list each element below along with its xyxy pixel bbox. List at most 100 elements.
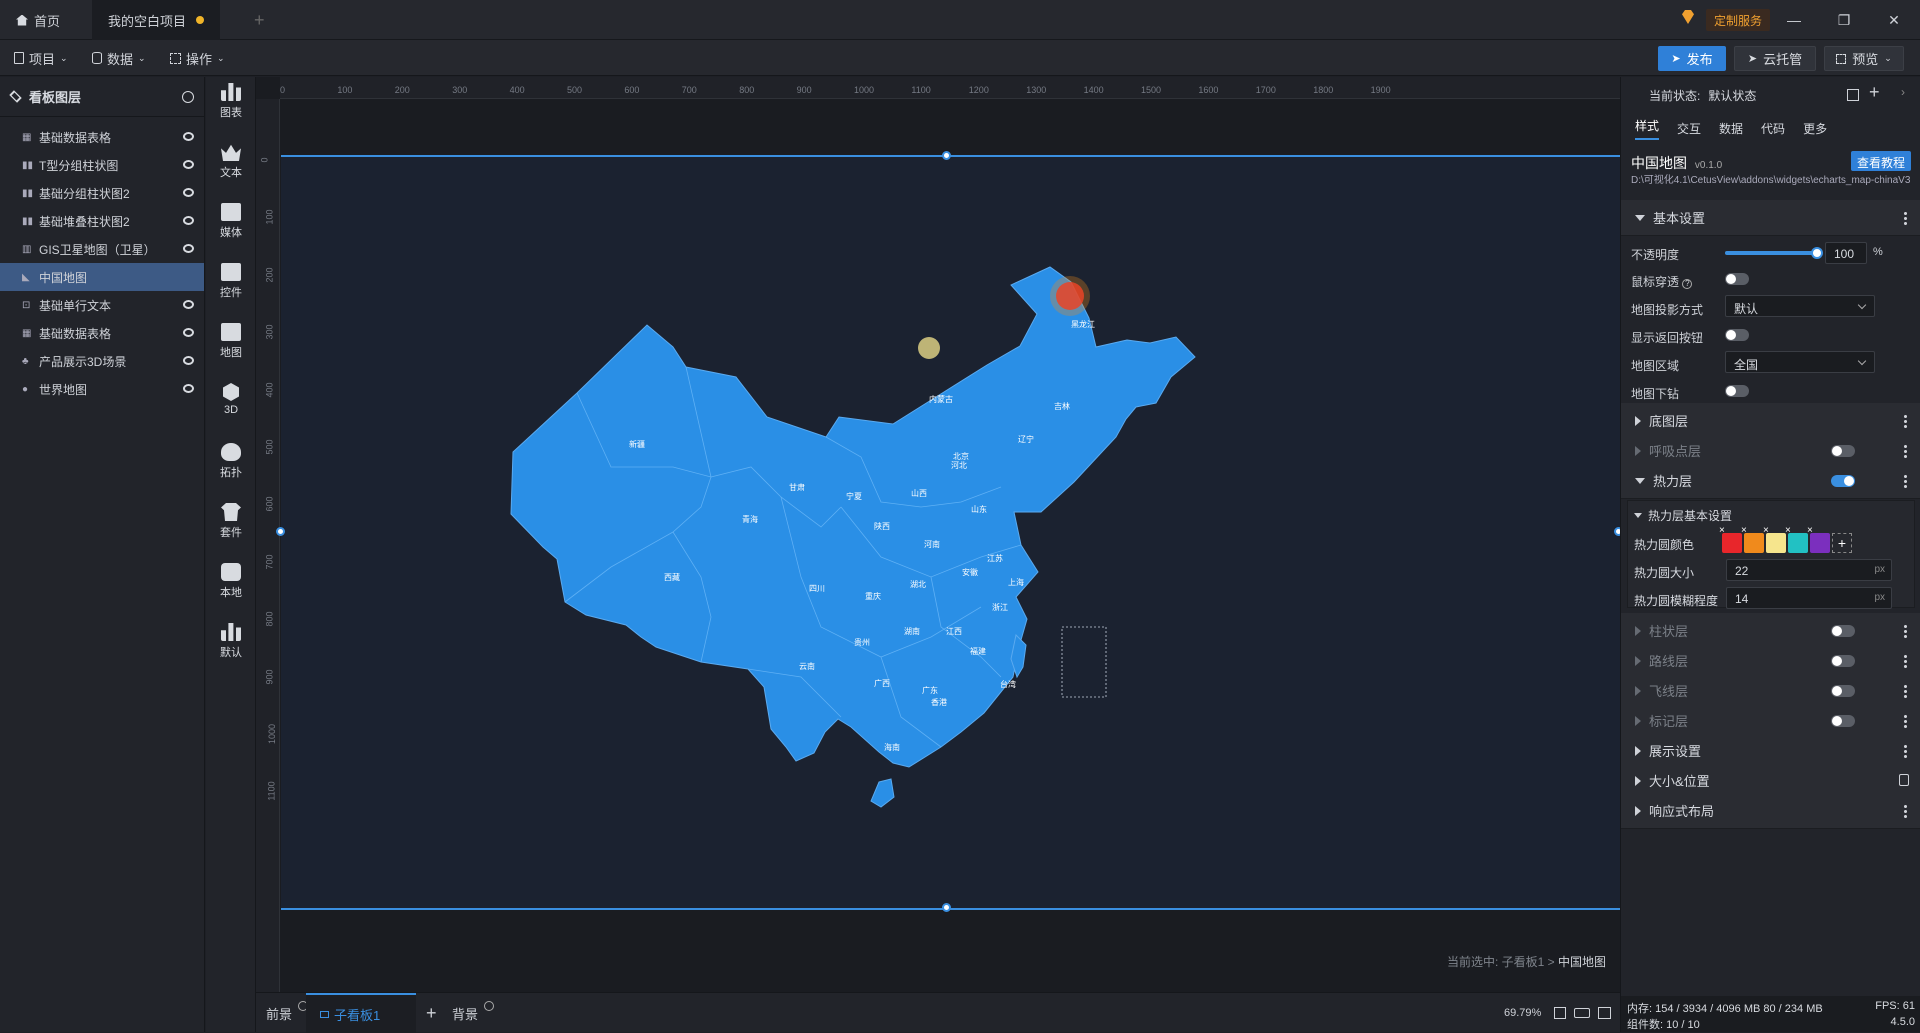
eye-icon[interactable]: [183, 384, 194, 393]
projection-select[interactable]: 默认: [1725, 295, 1875, 317]
fit-screen-icon[interactable]: [1554, 1007, 1566, 1019]
mouse-through-toggle[interactable]: [1725, 273, 1749, 285]
horizontal-ruler[interactable]: 0 100 200 300 400 500 600 700 800 900 1000 1100 1200…: [280, 77, 1620, 99]
cloud-host-button[interactable]: ➤ 云托管: [1734, 46, 1816, 71]
tab-sub-board[interactable]: 子看板1: [306, 993, 416, 1033]
add-color-button[interactable]: +: [1832, 533, 1852, 553]
heat-blur-input[interactable]: 14 px: [1726, 587, 1892, 609]
rail-item-local[interactable]: 本地: [206, 557, 256, 607]
drill-down-toggle[interactable]: [1725, 385, 1749, 397]
tab-interaction[interactable]: 交互: [1677, 120, 1701, 137]
eye-icon[interactable]: [183, 188, 194, 197]
heat-basic-header[interactable]: 热力层基本设置: [1634, 507, 1732, 524]
color-swatch[interactable]: [1719, 525, 1742, 553]
preview-button[interactable]: 预览 ⌄: [1824, 46, 1904, 71]
rail-item-topology[interactable]: 拓扑: [206, 437, 256, 487]
minimize-icon[interactable]: —: [1780, 8, 1808, 32]
terminal-icon[interactable]: [1598, 1007, 1611, 1019]
editor-canvas[interactable]: 0 100 200 300 400 500 600 700 800 900 1000 1100 1200…: [256, 77, 1620, 992]
eye-icon[interactable]: [183, 132, 194, 141]
vertical-ruler[interactable]: 0 100 200 300 400 500 600 700 800 900 1000 1100: [256, 99, 280, 992]
section-heat-layer[interactable]: 热力层: [1621, 463, 1920, 499]
more-icon[interactable]: [1904, 474, 1907, 488]
map-shape[interactable]: [510, 266, 1196, 808]
custom-service-button[interactable]: 定制服务: [1706, 9, 1771, 31]
section-basic-settings[interactable]: 基本设置: [1621, 200, 1920, 236]
slider-thumb[interactable]: [1811, 247, 1823, 259]
eye-icon[interactable]: [183, 160, 194, 169]
menu-project[interactable]: 项目 ⌄: [14, 48, 68, 68]
heat-size-input[interactable]: 22 px: [1726, 559, 1892, 581]
publish-button[interactable]: ➤ 发布: [1658, 46, 1726, 71]
menu-operation[interactable]: 操作 ⌄: [170, 48, 225, 68]
more-icon[interactable]: [1904, 684, 1907, 698]
region-select[interactable]: 全国: [1725, 351, 1875, 373]
layer-toggle[interactable]: [1831, 715, 1855, 727]
rail-item-control[interactable]: 控件: [206, 257, 256, 307]
rail-item-text[interactable]: 文本: [206, 137, 256, 187]
zoom-level[interactable]: 69.79%: [1504, 993, 1541, 1033]
close-icon[interactable]: ✕: [1880, 8, 1908, 32]
eye-icon[interactable]: [183, 216, 194, 225]
color-swatch[interactable]: [1741, 525, 1764, 553]
rail-item-default[interactable]: 默认: [206, 617, 256, 667]
add-board-button[interactable]: +: [426, 993, 437, 1033]
tab-code[interactable]: 代码: [1761, 120, 1785, 137]
edit-icon[interactable]: [1847, 89, 1859, 101]
more-icon[interactable]: [1904, 211, 1907, 225]
more-icon[interactable]: [1904, 444, 1907, 458]
eye-icon[interactable]: [183, 356, 194, 365]
chevron-right-icon[interactable]: ›: [1901, 85, 1905, 99]
opacity-slider[interactable]: [1725, 247, 1823, 259]
tab-style[interactable]: 样式: [1635, 117, 1660, 140]
add-circle-icon[interactable]: [484, 1001, 495, 1011]
section-responsive[interactable]: 响应式布局: [1621, 793, 1920, 829]
new-tab-button[interactable]: +: [238, 0, 270, 40]
tab-data[interactable]: 数据: [1719, 120, 1743, 137]
back-button-toggle[interactable]: [1725, 329, 1749, 341]
layer-item[interactable]: ▮▮ 基础堆叠柱状图2: [0, 207, 204, 235]
help-icon[interactable]: ?: [1682, 279, 1693, 289]
tab-home[interactable]: 首页: [0, 0, 92, 40]
more-icon[interactable]: [1904, 414, 1907, 428]
more-icon[interactable]: [1904, 624, 1907, 638]
rail-item-map[interactable]: 地图: [206, 317, 256, 367]
layer-item[interactable]: ▮▮ 基础分组柱状图2: [0, 179, 204, 207]
color-swatch[interactable]: [1763, 525, 1786, 553]
eye-icon[interactable]: [183, 300, 194, 309]
rail-item-kit[interactable]: 套件: [206, 497, 256, 547]
more-icon[interactable]: [1904, 804, 1907, 818]
keyboard-icon[interactable]: [1574, 1008, 1590, 1018]
china-map[interactable]: 新疆西藏 青海 甘肃 内蒙古 黑龙江吉林辽宁北京河北山西 宁夏陕西河南 山东江苏安徽上海 湖北…: [281, 157, 1620, 912]
layer-item[interactable]: ▦ 基础数据表格: [0, 123, 204, 151]
layer-item[interactable]: ♣ 产品展示3D场景: [0, 347, 204, 375]
more-icon[interactable]: [1904, 654, 1907, 668]
tutorial-button[interactable]: 查看教程: [1851, 151, 1912, 171]
layer-toggle[interactable]: [1831, 475, 1855, 487]
eye-icon[interactable]: [183, 244, 194, 253]
layer-item[interactable]: ▮▮ T型分组柱状图: [0, 151, 204, 179]
layer-toggle[interactable]: [1831, 445, 1855, 457]
layer-toggle[interactable]: [1831, 685, 1855, 697]
restore-icon[interactable]: ❐: [1830, 8, 1858, 32]
layer-toggle[interactable]: [1831, 625, 1855, 637]
tab-foreground[interactable]: 前景: [266, 993, 309, 1033]
more-icon[interactable]: [1904, 744, 1907, 758]
color-swatch[interactable]: [1785, 525, 1808, 553]
lock-icon[interactable]: [1899, 774, 1909, 786]
tab-background[interactable]: 背景: [452, 993, 495, 1033]
add-state-icon[interactable]: +: [1869, 82, 1880, 103]
menu-data[interactable]: 数据 ⌄: [92, 48, 146, 68]
layer-item[interactable]: ● 世界地图: [0, 375, 204, 403]
tab-more[interactable]: 更多: [1803, 120, 1827, 137]
dashboard-board[interactable]: 新疆 西藏 青海 甘肃 内蒙古 黑龙江 吉林 辽宁 北京 河北 山西 宁夏 陕西 河南 山东 江苏 安徽 上海 湖北…: [276, 151, 1620, 912]
more-icon[interactable]: [1904, 714, 1907, 728]
rail-item-chart[interactable]: 图表: [206, 77, 256, 127]
opacity-input[interactable]: 100: [1825, 242, 1867, 264]
layer-item-selected[interactable]: ◣ 中国地图: [0, 263, 204, 291]
layer-item[interactable]: ▥ GIS卫星地图（卫星）: [0, 235, 204, 263]
tab-project[interactable]: 我的空白项目: [92, 0, 220, 40]
layer-item[interactable]: ⊡ 基础单行文本: [0, 291, 204, 319]
color-swatch[interactable]: [1807, 525, 1830, 553]
layer-item[interactable]: ▦ 基础数据表格: [0, 319, 204, 347]
